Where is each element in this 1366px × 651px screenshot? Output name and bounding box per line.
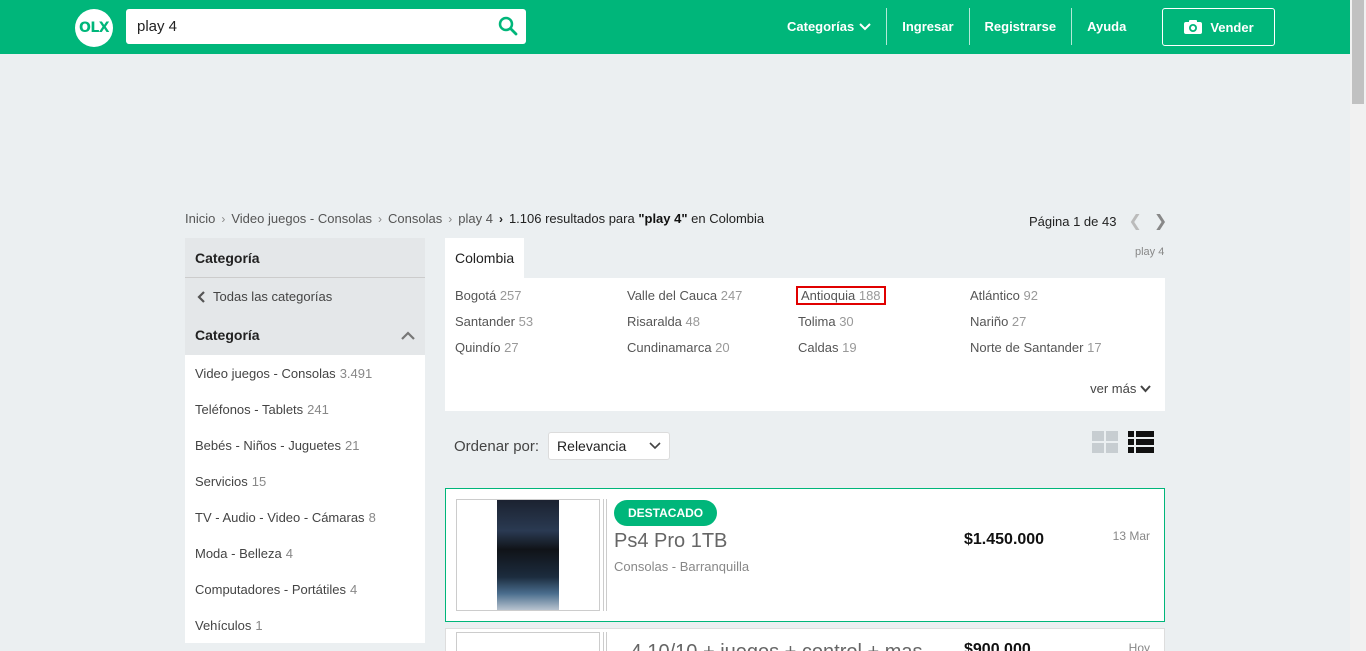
listing-thumbnail[interactable] [456, 499, 600, 611]
chevron-right-icon: › [448, 211, 453, 226]
chevron-right-icon: › [221, 211, 226, 226]
search-icon[interactable] [498, 16, 518, 36]
chevron-up-icon[interactable] [401, 330, 415, 340]
sort-control: Ordenar por: Relevancia [454, 432, 671, 460]
sort-select[interactable]: Relevancia [548, 432, 671, 460]
scrollbar-thumb[interactable] [1352, 0, 1364, 104]
chevron-down-icon [1140, 385, 1151, 393]
location-item[interactable]: Nariño 27 [970, 314, 1026, 329]
chevron-right-icon: › [498, 211, 503, 226]
breadcrumb-video-juegos[interactable]: Video juegos - Consolas [231, 211, 372, 226]
list-view-icon[interactable] [1128, 431, 1154, 453]
location-item[interactable]: Norte de Santander 17 [970, 340, 1102, 355]
location-item[interactable]: Quindío 27 [455, 340, 519, 355]
pagination: Página 1 de 43 ❮ ❯ [1029, 211, 1167, 231]
prev-page-icon[interactable]: ❮ [1128, 211, 1141, 231]
page-indicator: Página 1 de 43 [1029, 213, 1117, 229]
sell-button[interactable]: Vender [1162, 8, 1275, 46]
listing-title[interactable]: Ps4 Pro 1TB [614, 530, 727, 553]
result-summary: 1.106 resultados para "play 4" en Colomb… [508, 211, 765, 226]
category-section-header[interactable]: Categoría [185, 315, 425, 355]
nav-ingresar[interactable]: Ingresar [887, 8, 970, 45]
breadcrumb-inicio[interactable]: Inicio [185, 211, 215, 226]
sidebar-title: Categoría [185, 238, 425, 278]
sort-label: Ordenar por: [454, 437, 540, 455]
chevron-left-icon [197, 290, 205, 303]
view-toggle [1092, 431, 1154, 453]
listing-card[interactable]: DESTACADO Ps4 Pro 1TB Consolas - Barranq… [445, 488, 1165, 622]
camera-icon [1184, 20, 1203, 34]
category-list: Video juegos - Consolas 3.491 Teléfonos -… [185, 355, 425, 643]
location-item[interactable]: Bogotá 257 [455, 288, 522, 303]
listing-date: Hoy [1128, 641, 1150, 651]
listing-date: 13 Mar [1112, 529, 1150, 543]
listing-thumbnail[interactable] [456, 632, 600, 651]
top-bar: OLX Categorías Ingresar Registrarse Ayud… [0, 0, 1350, 54]
location-item[interactable]: Valle del Cauca 247 [627, 288, 742, 303]
search-input[interactable] [126, 9, 486, 44]
location-panel: Bogotá 257 Valle del Cauca 247 Antioquia… [445, 278, 1165, 411]
category-item[interactable]: Moda - Belleza 4 [185, 535, 425, 571]
category-item[interactable]: Vehículos 1 [185, 607, 425, 643]
logo-text: OLX [78, 20, 110, 36]
ver-mas-link[interactable]: ver más [1090, 381, 1151, 396]
category-item[interactable]: Servicios 15 [185, 463, 425, 499]
location-item[interactable]: Atlántico 92 [970, 288, 1038, 303]
category-item[interactable]: Bebés - Niños - Juguetes 21 [185, 427, 425, 463]
breadcrumb-consolas[interactable]: Consolas [388, 211, 442, 226]
page-scrollbar[interactable] [1350, 0, 1366, 651]
listing-price: $900.000 [964, 641, 1031, 651]
location-item[interactable]: Tolima 30 [798, 314, 854, 329]
listing-card[interactable]: ...4 10/10 + juegos + control + mas... $… [445, 628, 1165, 651]
listing-price: $1.450.000 [964, 531, 1045, 548]
next-page-icon[interactable]: ❯ [1154, 211, 1167, 231]
tab-colombia[interactable]: Colombia [445, 238, 525, 278]
location-item-highlighted[interactable]: Antioquia 188 [796, 286, 886, 305]
search-box [126, 9, 526, 44]
olx-logo[interactable]: OLX [75, 9, 113, 47]
listing-subtitle: Consolas - Barranquilla [614, 559, 750, 574]
breadcrumb-play4[interactable]: play 4 [458, 211, 493, 226]
top-nav: Categorías Ingresar Registrarse Ayuda [772, 8, 1141, 45]
category-item[interactable]: Teléfonos - Tablets 241 [185, 391, 425, 427]
location-item[interactable]: Risaralda 48 [627, 314, 700, 329]
grid-view-icon[interactable] [1092, 431, 1118, 453]
location-item[interactable]: Santander 53 [455, 314, 533, 329]
all-categories-link[interactable]: Todas las categorías [185, 278, 425, 315]
breadcrumb: Inicio › Video juegos - Consolas › Conso… [185, 211, 764, 226]
nav-categorias[interactable]: Categorías [772, 8, 888, 45]
chevron-down-icon [649, 442, 661, 450]
chevron-right-icon: › [378, 211, 383, 226]
listing-title[interactable]: ...4 10/10 + juegos + control + mas... [614, 641, 939, 651]
location-item[interactable]: Cundinamarca 20 [627, 340, 730, 355]
nav-ayuda[interactable]: Ayuda [1072, 8, 1141, 45]
query-label: play 4 [1135, 246, 1165, 258]
nav-registrarse[interactable]: Registrarse [970, 8, 1073, 45]
chevron-down-icon [859, 22, 871, 30]
featured-badge: DESTACADO [614, 500, 718, 526]
category-item[interactable]: Video juegos - Consolas 3.491 [185, 355, 425, 391]
listing-photo [497, 500, 559, 610]
category-item[interactable]: Computadores - Portátiles 4 [185, 571, 425, 607]
location-item[interactable]: Caldas 19 [798, 340, 857, 355]
category-sidebar: Categoría Todas las categorías Categoría… [185, 238, 425, 643]
category-item[interactable]: TV - Audio - Video - Cámaras 8 [185, 499, 425, 535]
